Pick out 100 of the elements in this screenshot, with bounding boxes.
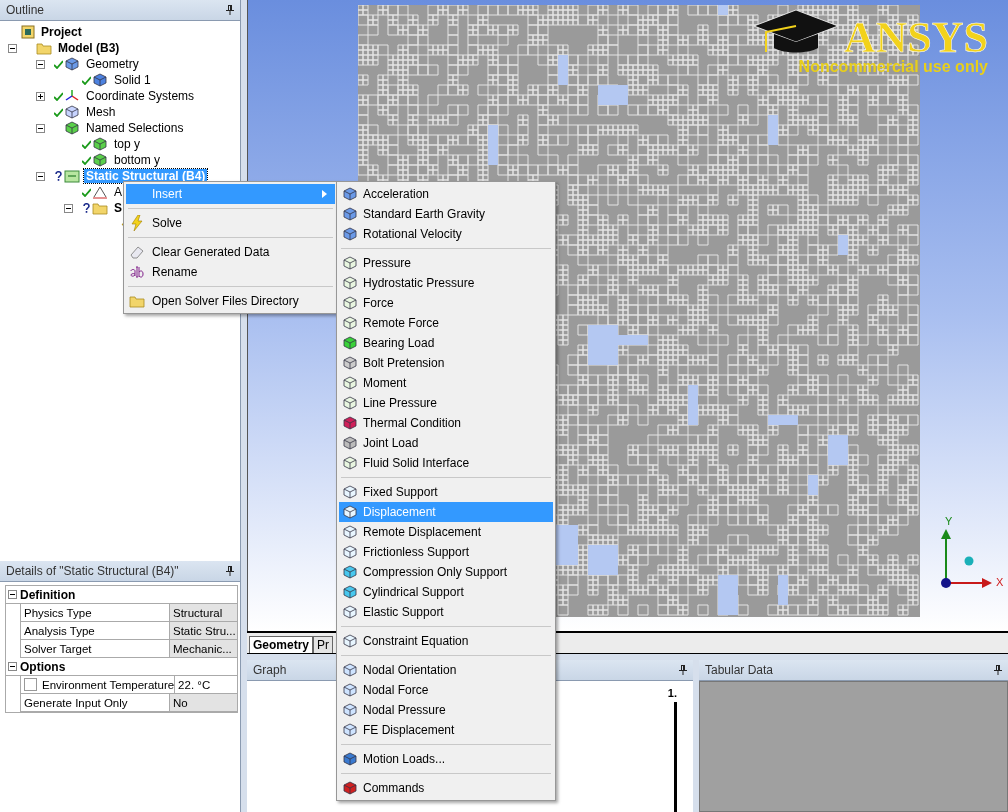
- menu-item[interactable]: Constraint Equation: [339, 631, 553, 651]
- panel-title: Outline: [6, 3, 45, 17]
- menu-item[interactable]: Moment: [339, 373, 553, 393]
- menu-item[interactable]: Motion Loads...: [339, 749, 553, 769]
- tree-item[interactable]: bottom y: [112, 153, 163, 167]
- eraser-icon: [129, 245, 145, 259]
- menu-item[interactable]: Remote Force: [339, 313, 553, 333]
- menu-item[interactable]: Acceleration: [339, 184, 553, 204]
- collapse-toggle[interactable]: [36, 123, 45, 133]
- tree-item[interactable]: Named Selections: [84, 121, 186, 135]
- solution-icon: [92, 201, 108, 215]
- axes-icon: [64, 89, 80, 103]
- property-value[interactable]: No: [170, 694, 237, 711]
- selection-icon: [92, 137, 108, 151]
- menu-item[interactable]: Remote Displacement: [339, 522, 553, 542]
- menu-item[interactable]: Fluid Solid Interface: [339, 453, 553, 473]
- cube-icon: [342, 683, 358, 697]
- menu-item[interactable]: Pressure: [339, 253, 553, 273]
- property-value[interactable]: Static Stru...: [170, 622, 237, 639]
- collapse-toggle[interactable]: [64, 203, 73, 213]
- menu-item[interactable]: Standard Earth Gravity: [339, 204, 553, 224]
- cube-icon: [342, 296, 358, 310]
- rename-icon: [129, 266, 145, 278]
- pin-icon[interactable]: [226, 566, 234, 576]
- body-icon: [92, 73, 108, 87]
- panel-title: Details of "Static Structural (B4)": [6, 564, 179, 578]
- axis-label: Y: [945, 515, 953, 527]
- cube-icon: [342, 276, 358, 290]
- question-icon: [54, 171, 62, 181]
- cube-icon: [342, 456, 358, 470]
- cube-icon: [342, 436, 358, 450]
- panel-title: Graph: [253, 663, 287, 677]
- tree-item[interactable]: Model (B3): [56, 41, 122, 55]
- tree-item[interactable]: Coordinate Systems: [84, 89, 197, 103]
- tree-item[interactable]: Project: [39, 25, 84, 39]
- collapse-toggle[interactable]: [36, 171, 45, 181]
- menu-item[interactable]: Nodal Force: [339, 680, 553, 700]
- menu-item[interactable]: Bolt Pretension: [339, 353, 553, 373]
- geometry-icon: [64, 57, 80, 71]
- tree-item[interactable]: Mesh: [84, 105, 118, 119]
- menu-item[interactable]: Frictionless Support: [339, 542, 553, 562]
- menu-item[interactable]: Hydrostatic Pressure: [339, 273, 553, 293]
- cube-icon: [342, 396, 358, 410]
- tree-item[interactable]: Geometry: [84, 57, 141, 71]
- cube-icon: [342, 336, 358, 350]
- tree-item[interactable]: A: [112, 185, 124, 199]
- axis-label: X: [996, 576, 1004, 588]
- pin-icon[interactable]: [994, 665, 1002, 675]
- menu-item[interactable]: Nodal Orientation: [339, 660, 553, 680]
- collapse-toggle[interactable]: [7, 590, 17, 599]
- view-tab[interactable]: Geometry: [249, 636, 314, 653]
- cube-icon: [342, 187, 358, 201]
- menu-item[interactable]: Nodal Pressure: [339, 700, 553, 720]
- check-icon: [53, 59, 63, 69]
- expand-toggle[interactable]: [36, 91, 45, 101]
- menu-item[interactable]: Compression Only Support: [339, 562, 553, 582]
- check-icon: [81, 187, 91, 197]
- view-tab[interactable]: Pr: [313, 636, 334, 653]
- cube-icon: [342, 207, 358, 221]
- collapse-toggle[interactable]: [8, 43, 17, 53]
- menu-item[interactable]: Bearing Load: [339, 333, 553, 353]
- cube-icon: [342, 416, 358, 430]
- menu-item[interactable]: Force: [339, 293, 553, 313]
- cube-icon: [342, 585, 358, 599]
- cube-icon: [342, 485, 358, 499]
- property-value[interactable]: Mechanic...: [170, 640, 237, 657]
- mesh-icon: [64, 105, 80, 119]
- pin-icon[interactable]: [679, 665, 687, 675]
- cube-icon: [342, 605, 358, 619]
- menu-item[interactable]: Line Pressure: [339, 393, 553, 413]
- question-icon: [82, 203, 90, 213]
- menu-item[interactable]: FE Displacement: [339, 720, 553, 740]
- cube-icon: [342, 703, 358, 717]
- menu-item[interactable]: Elastic Support: [339, 602, 553, 622]
- menu-item[interactable]: Cylindrical Support: [339, 582, 553, 602]
- pin-icon[interactable]: [226, 5, 234, 15]
- tree-item[interactable]: Solid 1: [112, 73, 153, 87]
- menu-item[interactable]: Fixed Support: [339, 482, 553, 502]
- check-icon: [81, 75, 91, 85]
- property-label: Environment Temperature: [21, 676, 176, 693]
- cube-icon: [342, 723, 358, 737]
- step-marker: 1.: [667, 687, 677, 699]
- cube-icon: [342, 316, 358, 330]
- tree-item[interactable]: top y: [112, 137, 142, 151]
- collapse-toggle[interactable]: [36, 59, 45, 69]
- menu-item[interactable]: Rotational Velocity: [339, 224, 553, 244]
- cube-icon: [342, 505, 358, 519]
- property-value[interactable]: Structural: [170, 604, 237, 621]
- cube-icon: [342, 227, 358, 241]
- lightning-icon: [130, 215, 144, 231]
- cube-icon: [342, 634, 358, 648]
- menu-item[interactable]: Commands: [339, 778, 553, 798]
- collapse-toggle[interactable]: [7, 662, 17, 671]
- cube-icon: [342, 781, 358, 795]
- tree-item[interactable]: S: [112, 201, 124, 215]
- cube-icon: [342, 545, 358, 559]
- checkbox[interactable]: [24, 678, 37, 691]
- menu-item[interactable]: Joint Load: [339, 433, 553, 453]
- menu-item[interactable]: Thermal Condition: [339, 413, 553, 433]
- cube-icon: [342, 663, 358, 677]
